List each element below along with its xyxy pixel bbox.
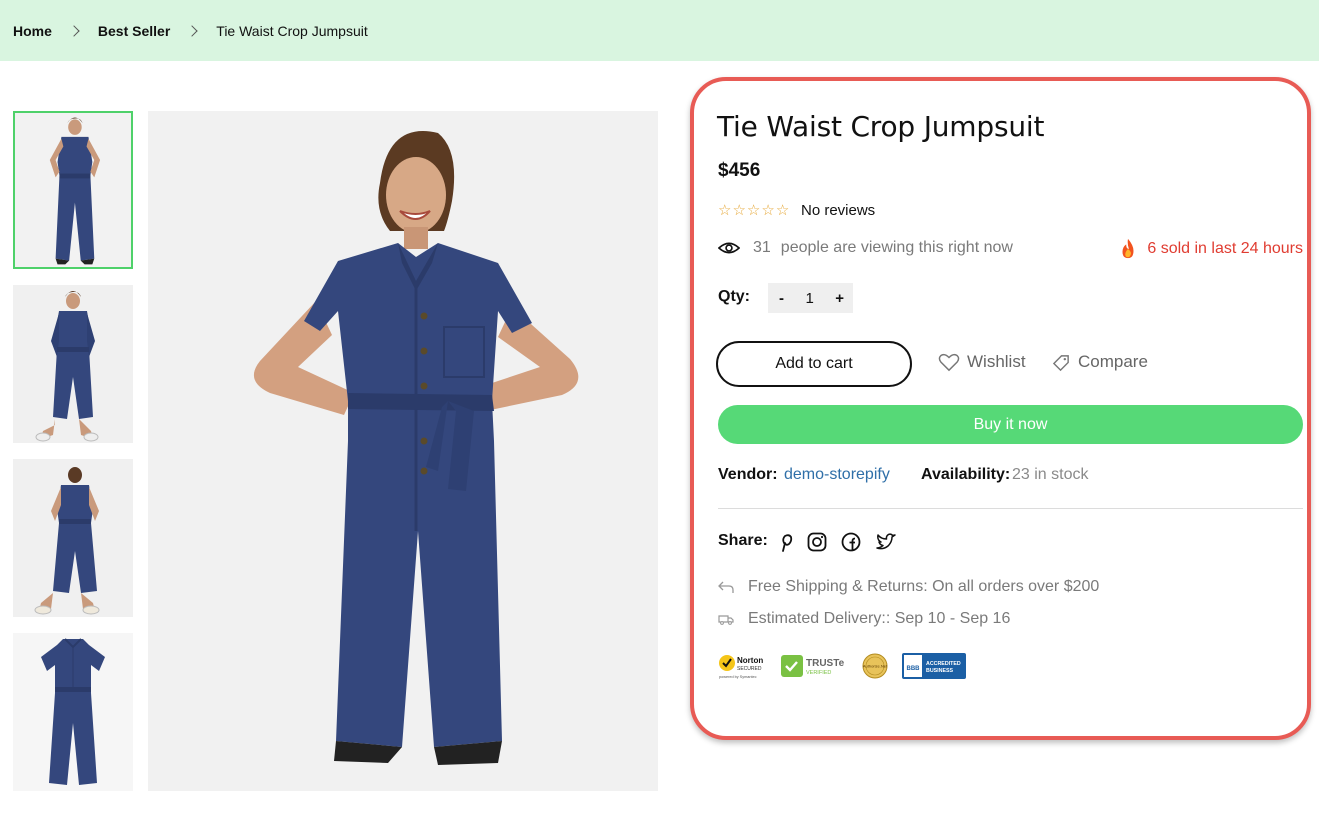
bbb-line2: ACCREDITED: [926, 661, 961, 667]
fire-icon: [1122, 238, 1134, 259]
availability-value: 23 in stock: [1012, 466, 1089, 483]
wishlist-button[interactable]: Wishlist: [938, 352, 1026, 372]
star-icon: ☆: [761, 202, 775, 219]
product-thumbnail-4[interactable]: [13, 633, 133, 791]
bbb-accredited-badge: BBB ACCREDITED BUSINESS: [902, 653, 966, 679]
bbb-line1: BBB: [907, 666, 921, 672]
qty-increase-button[interactable]: +: [835, 290, 844, 307]
delivery-truck-icon: [718, 615, 734, 625]
norton-secured-badge: Norton SECURED powered by Symantec: [718, 652, 768, 680]
instagram-icon[interactable]: [806, 531, 828, 553]
facebook-icon[interactable]: [840, 531, 862, 553]
compare-button[interactable]: Compare: [1052, 352, 1148, 372]
product-price: $456: [718, 160, 761, 181]
reviews-link[interactable]: No reviews: [801, 202, 875, 219]
vendor-label: Vendor:: [718, 466, 778, 483]
product-thumbnail-1[interactable]: [13, 111, 133, 269]
chevron-right-icon: [186, 24, 198, 37]
pinterest-icon[interactable]: [774, 531, 796, 553]
star-icon: ☆: [775, 202, 790, 219]
wishlist-label: Wishlist: [967, 352, 1026, 371]
trust-badges: Norton SECURED powered by Symantec TRUST…: [718, 652, 978, 680]
compare-label: Compare: [1078, 352, 1148, 371]
divider: [718, 508, 1303, 509]
delivery-info: Estimated Delivery:: Sep 10 - Sep 16: [718, 610, 1010, 628]
authorize-line1: Authorize.Net: [863, 664, 888, 669]
product-thumbnail-2[interactable]: [13, 285, 133, 443]
product-title: Tie Waist Crop Jumpsuit: [717, 110, 1045, 143]
truste-line2: VERIFIED: [806, 670, 831, 676]
sold-indicator: 6 sold in last 24 hours: [1117, 238, 1303, 260]
breadcrumb: Home Best Seller Tie Waist Crop Jumpsuit: [0, 0, 1319, 61]
vendor-link[interactable]: demo-storepify: [784, 466, 890, 484]
twitter-icon[interactable]: [875, 531, 897, 553]
norton-line3: powered by Symantec: [719, 675, 757, 679]
breadcrumb-home-link[interactable]: Home: [13, 23, 52, 39]
norton-line1: Norton: [737, 656, 763, 665]
sold-text: 6 sold in last 24 hours: [1147, 240, 1303, 257]
viewing-text: people are viewing this right now: [780, 239, 1013, 256]
breadcrumb-best-seller-link[interactable]: Best Seller: [98, 23, 170, 39]
shipping-info: Free Shipping & Returns: On all orders o…: [718, 578, 1099, 596]
jumpsuit-side-image: [13, 285, 133, 443]
bbb-line3: BUSINESS: [926, 668, 954, 674]
tag-icon: [1052, 354, 1069, 371]
star-icon: ☆: [718, 202, 732, 219]
heart-icon: [938, 353, 960, 372]
viewing-indicator: 31 people are viewing this right now: [718, 239, 1013, 257]
breadcrumb-current: Tie Waist Crop Jumpsuit: [216, 22, 368, 39]
authorize-net-badge: Authorize.Net: [860, 652, 890, 680]
eye-icon: [718, 242, 740, 254]
jumpsuit-model-image: [148, 111, 658, 791]
rating-stars: ☆ ☆ ☆ ☆ ☆: [718, 203, 789, 219]
delivery-text: Estimated Delivery:: Sep 10 - Sep 16: [748, 610, 1011, 627]
quantity-stepper: - 1 +: [768, 283, 853, 313]
add-to-cart-button[interactable]: Add to cart: [716, 341, 912, 387]
jumpsuit-flat-image: [13, 633, 133, 791]
chevron-right-icon: [68, 24, 80, 37]
buy-now-button[interactable]: Buy it now: [718, 405, 1303, 444]
star-icon: ☆: [746, 202, 761, 219]
norton-line2: SECURED: [737, 666, 762, 672]
shipping-text: Free Shipping & Returns: On all orders o…: [748, 578, 1100, 595]
qty-decrease-button[interactable]: -: [779, 290, 784, 307]
product-thumbnail-3[interactable]: [13, 459, 133, 617]
jumpsuit-back-image: [13, 459, 133, 617]
truste-verified-badge: TRUSTe VERIFIED: [780, 654, 848, 678]
jumpsuit-front-image: [15, 113, 131, 267]
viewing-count: 31: [753, 239, 771, 256]
star-icon: ☆: [732, 202, 746, 219]
return-arrow-icon: [718, 581, 734, 593]
availability-label: Availability:: [921, 466, 1011, 483]
truste-line1: TRUSTe: [806, 658, 845, 669]
qty-input[interactable]: 1: [805, 290, 813, 307]
product-main-image[interactable]: [148, 111, 658, 791]
share-label: Share:: [718, 532, 768, 549]
qty-label: Qty:: [718, 288, 750, 305]
